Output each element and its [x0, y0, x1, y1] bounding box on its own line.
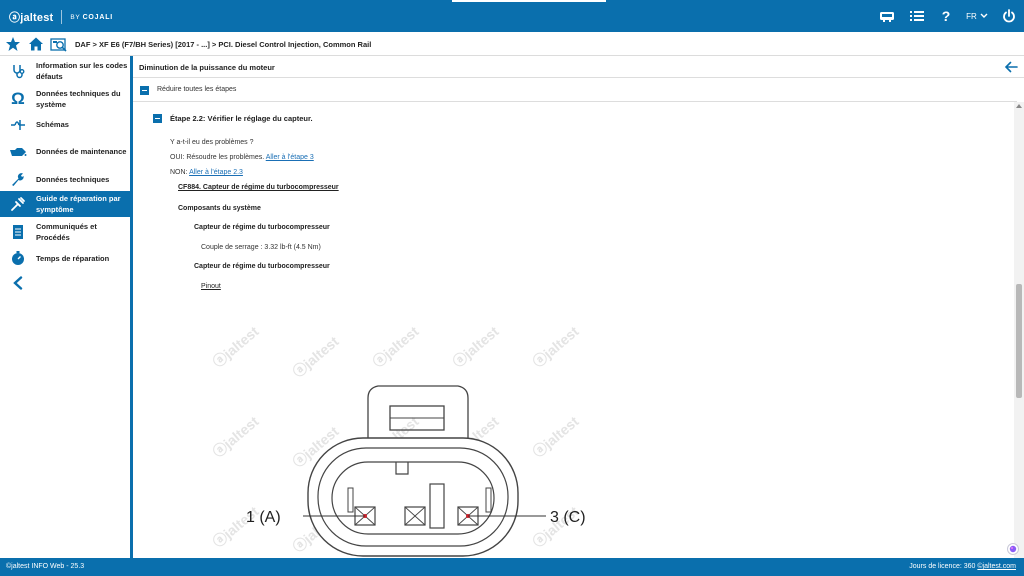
- yes-answer: OUI: Résoudre les problèmes. Aller à l'é…: [170, 154, 314, 161]
- sidebar-item-label: Guide de réparation par symptôme: [36, 194, 121, 214]
- footer: ©jaltest INFO Web - 25.3 Jours de licenc…: [0, 558, 1024, 576]
- license-info: Jours de licence: 360 ©jaltest.com: [909, 563, 1016, 570]
- top-bar: ⓐjaltest BY COJALI ? FR: [0, 0, 1024, 32]
- scroll-thumb[interactable]: [1016, 284, 1022, 398]
- top-indicator: [452, 0, 606, 2]
- list-menu-icon[interactable]: [902, 10, 932, 22]
- sidebar-item-label: Temps de réparation: [36, 253, 110, 263]
- content-scrollbar[interactable]: [1014, 102, 1024, 558]
- svg-text:ⓐjaltest: ⓐjaltest: [370, 323, 422, 370]
- sensor-heading-1: Capteur de régime du turbocompresseur: [194, 224, 330, 231]
- breadcrumb: DAF > XF E6 (F7/BH Series) [2017 - ...] …: [75, 40, 372, 49]
- collapse-all-label[interactable]: Réduire toutes les étapes: [157, 86, 236, 93]
- sidebar-collapse-button[interactable]: [0, 272, 130, 294]
- svg-text:ⓐjaltest: ⓐjaltest: [210, 413, 262, 460]
- svg-text:ⓐjaltest: ⓐjaltest: [210, 323, 262, 370]
- breadcrumb-bar: DAF > XF E6 (F7/BH Series) [2017 - ...] …: [0, 32, 1024, 56]
- sidebar-item-repair-guide[interactable]: Guide de réparation par symptôme: [0, 191, 130, 217]
- vehicle-connect-icon[interactable]: [872, 10, 902, 22]
- language-selector[interactable]: FR: [960, 12, 994, 21]
- step-title: Étape 2.2: Vérifier le réglage du capteu…: [170, 114, 313, 123]
- go-to-step-3-link[interactable]: Aller à l'étape 3: [266, 154, 314, 161]
- chevron-down-icon: [980, 13, 988, 18]
- pin-b: [404, 506, 426, 526]
- stopwatch-icon: [9, 249, 27, 267]
- help-icon[interactable]: ?: [932, 8, 960, 24]
- pin-label-a: 1 (A): [246, 509, 281, 526]
- sidebar-item-bulletins[interactable]: Communiqués et Procédés: [0, 217, 130, 247]
- sidebar-item-fault-codes[interactable]: Information sur les codes défauts: [0, 57, 130, 85]
- connector-pinout-diagram: ⓐjaltest ⓐjaltest ⓐjaltest ⓐjaltest ⓐjal…: [208, 308, 628, 558]
- svg-text:ⓐjaltest: ⓐjaltest: [450, 323, 502, 370]
- brand-divider: [61, 10, 63, 24]
- vehicle-search-icon[interactable]: [50, 35, 68, 53]
- stethoscope-icon: [9, 62, 27, 80]
- sensor-heading-2: Capteur de régime du turbocompresseur: [194, 263, 330, 270]
- sidebar-item-technical-data[interactable]: Données techniques: [0, 167, 130, 191]
- section-header: Diminution de la puissance du moteur: [133, 56, 1024, 78]
- svg-text:ⓐjaltest: ⓐjaltest: [290, 333, 342, 380]
- sidebar-item-maintenance[interactable]: Données de maintenance: [0, 135, 130, 167]
- language-label: FR: [966, 11, 977, 21]
- sidebar-item-label: Information sur les codes défauts: [36, 61, 128, 81]
- site-link[interactable]: ©jaltest.com: [977, 563, 1016, 570]
- chevron-left-icon: [9, 274, 27, 292]
- main-content: Diminution de la puissance du moteur Réd…: [133, 56, 1024, 558]
- sidebar-item-repair-times[interactable]: Temps de réparation: [0, 247, 130, 269]
- repair-guide-icon: [9, 195, 27, 213]
- torque-spec: Couple de serrage : 3.32 lb-ft (4.5 Nm): [201, 244, 321, 251]
- sidebar-item-system-data[interactable]: Ω Données techniques du système: [0, 85, 130, 113]
- sidebar-item-label: Schémas: [36, 119, 69, 129]
- collapse-all-row[interactable]: Réduire toutes les étapes: [133, 78, 1017, 102]
- step-question: Y a-t-il eu des problèmes ?: [170, 139, 254, 146]
- sidebar-item-schematics[interactable]: Schémas: [0, 113, 130, 135]
- omega-icon: Ω: [11, 89, 25, 108]
- pin-label-c: 3 (C): [550, 509, 586, 526]
- cojali-logo: BY COJALI: [70, 13, 114, 21]
- component-link[interactable]: CF884. Capteur de régime du turbocompres…: [178, 184, 339, 191]
- svg-text:ⓐjaltest: ⓐjaltest: [530, 323, 582, 370]
- components-heading: Composants du système: [178, 205, 261, 212]
- assistant-icon[interactable]: [1007, 543, 1019, 555]
- favorites-star-icon[interactable]: [4, 35, 22, 53]
- home-icon[interactable]: [27, 35, 45, 53]
- sidebar-item-label: Données techniques du système: [36, 89, 121, 109]
- section-title: Diminution de la puissance du moteur: [139, 63, 275, 72]
- version-text: ©jaltest INFO Web - 25.3: [6, 563, 85, 570]
- pinout-link[interactable]: Pinout: [201, 283, 221, 290]
- svg-text:ⓐjaltest: ⓐjaltest: [530, 413, 582, 460]
- no-answer: NON: Aller à l'étape 2.3: [170, 169, 243, 176]
- go-to-step-2-3-link[interactable]: Aller à l'étape 2.3: [189, 169, 243, 176]
- schematic-icon: [9, 115, 27, 133]
- sidebar: Information sur les codes défauts Ω Donn…: [0, 56, 130, 558]
- wrench-icon: [9, 170, 27, 188]
- sidebar-item-label: Communiqués et Procédés: [36, 222, 97, 242]
- sidebar-item-label: Données techniques: [36, 174, 110, 184]
- scroll-up-icon[interactable]: [1016, 104, 1022, 108]
- collapse-step-icon[interactable]: [153, 114, 162, 123]
- jaltest-logo: ⓐjaltest: [9, 12, 54, 24]
- power-icon[interactable]: [994, 9, 1024, 23]
- document-icon: [9, 223, 27, 241]
- brand: ⓐjaltest BY COJALI: [9, 9, 113, 25]
- oil-can-icon: [9, 142, 27, 160]
- collapse-all-icon[interactable]: [140, 86, 149, 95]
- sidebar-item-label: Données de maintenance: [36, 146, 127, 156]
- back-arrow-icon[interactable]: [1004, 60, 1018, 74]
